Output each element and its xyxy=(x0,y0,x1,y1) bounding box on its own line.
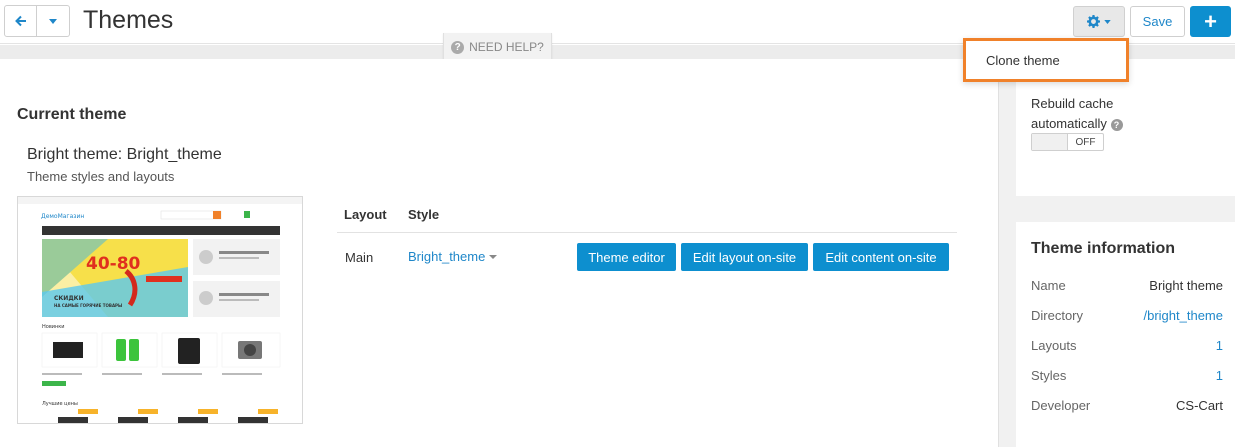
layouts-count-link[interactable]: 1 xyxy=(1216,338,1223,353)
table-divider xyxy=(337,232,957,233)
preview-banner-text-1: СКИДКИ xyxy=(54,295,84,302)
info-row-layouts: Layouts 1 xyxy=(1031,338,1223,353)
style-dropdown[interactable]: Bright_theme xyxy=(408,249,498,264)
storefront-thumbnail: ДемоМагазин 40-80 СКИДКИ НА САМЫЕ ГОРЯЧИ… xyxy=(18,197,302,423)
rebuild-cache-toggle[interactable]: OFF xyxy=(1031,133,1104,151)
style-label: Bright_theme xyxy=(408,249,486,264)
history-dropdown-button[interactable] xyxy=(37,5,70,37)
toggle-knob xyxy=(1032,134,1068,150)
preview-section-best: Лучшие цены xyxy=(42,401,78,407)
edit-content-onsite-button[interactable]: Edit content on-site xyxy=(813,243,949,271)
gear-icon xyxy=(1087,15,1100,28)
layout-cell: Main xyxy=(345,250,374,265)
add-theme-button[interactable]: + xyxy=(1190,6,1231,37)
caret-down-icon xyxy=(489,254,498,259)
directory-link[interactable]: /bright_theme xyxy=(1144,308,1224,323)
theme-subtitle: Theme styles and layouts xyxy=(27,169,175,184)
info-row-developer: Developer CS-Cart xyxy=(1031,398,1223,413)
back-button[interactable] xyxy=(4,5,37,37)
info-row-name: Name Bright theme xyxy=(1031,278,1223,293)
settings-dropdown-menu: Clone theme xyxy=(963,38,1129,82)
theme-information-title: Theme information xyxy=(1031,240,1176,257)
main-content: Current theme Bright theme: Bright_theme… xyxy=(0,59,998,447)
styles-count-link[interactable]: 1 xyxy=(1216,368,1223,383)
theme-preview-image: ДемоМагазин 40-80 СКИДКИ НА САМЫЕ ГОРЯЧИ… xyxy=(17,196,303,424)
settings-dropdown-button[interactable] xyxy=(1073,6,1125,37)
info-row-styles: Styles 1 xyxy=(1031,368,1223,383)
preview-banner-text-2: НА САМЫЕ ГОРЯЧИЕ ТОВАРЫ xyxy=(54,303,122,308)
question-icon[interactable]: ? xyxy=(1110,118,1123,131)
question-icon: ? xyxy=(451,40,465,54)
need-help-label: NEED HELP? xyxy=(469,40,544,54)
save-button[interactable]: Save xyxy=(1130,6,1185,37)
clone-theme-menu-item[interactable]: Clone theme xyxy=(986,53,1060,68)
page-title: Themes xyxy=(83,6,174,34)
preview-banner-number: 40-80 xyxy=(86,254,141,274)
toggle-state: OFF xyxy=(1075,136,1096,148)
back-button-group xyxy=(4,5,70,37)
preview-section-new: Новинки xyxy=(42,324,65,330)
edit-layout-onsite-button[interactable]: Edit layout on-site xyxy=(681,243,808,271)
info-row-directory: Directory /bright_theme xyxy=(1031,308,1223,323)
arrow-left-icon xyxy=(14,15,26,27)
caret-down-icon xyxy=(1104,19,1111,24)
header-style: Style xyxy=(408,207,440,222)
right-sidebar: Rebuild cache automatically ? OFF Theme … xyxy=(998,59,1235,447)
rebuild-cache-label: Rebuild cache automatically ? xyxy=(1031,94,1151,134)
preview-logo: ДемоМагазин xyxy=(41,213,84,220)
header-layout: Layout xyxy=(344,207,387,222)
theme-editor-button[interactable]: Theme editor xyxy=(577,243,676,271)
plus-icon: + xyxy=(1204,8,1217,34)
need-help-button[interactable]: ? NEED HELP? xyxy=(443,33,552,62)
caret-down-icon xyxy=(49,18,57,24)
theme-information-panel: Theme information Name Bright theme Dire… xyxy=(1016,222,1235,447)
current-theme-heading: Current theme xyxy=(17,106,127,123)
theme-name: Bright theme: Bright_theme xyxy=(27,146,222,163)
